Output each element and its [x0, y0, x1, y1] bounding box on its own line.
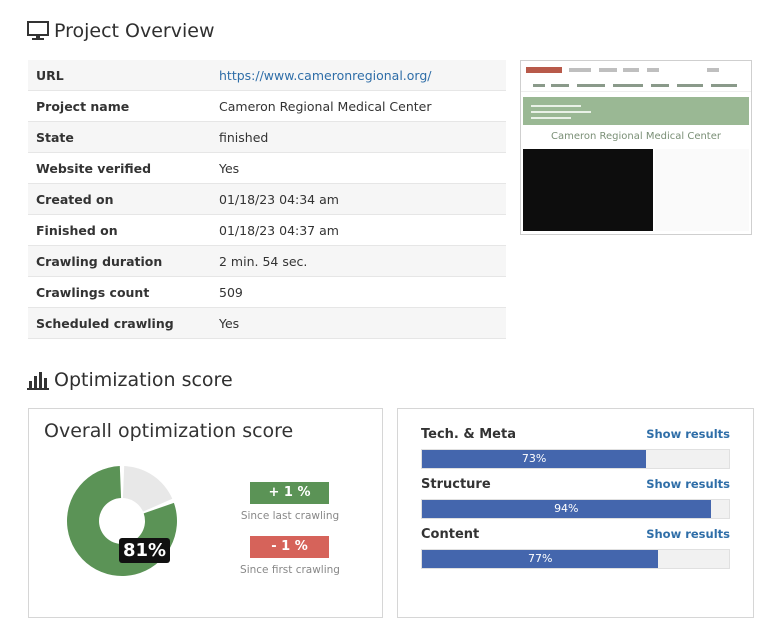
donut-remaining-segment: [122, 466, 173, 512]
row-label: Crawlings count: [28, 276, 211, 308]
thumbnail-content-pane: [655, 149, 749, 231]
show-results-link-content[interactable]: Show results: [646, 527, 730, 541]
thumbnail-nav-item: [577, 84, 605, 87]
since-first-crawling-badge: - 1 %: [250, 536, 329, 558]
project-overview-heading: Project Overview: [27, 20, 215, 42]
table-row: Created on 01/18/23 04:34 am: [28, 183, 506, 215]
bar-chart-icon: [27, 370, 49, 390]
score-bar-structure: 94%: [421, 499, 730, 519]
row-value: finished: [211, 121, 506, 153]
show-results-link-tech-meta[interactable]: Show results: [646, 427, 730, 441]
project-info-table: URL https://www.cameronregional.org/ Pro…: [28, 60, 506, 339]
project-url-link[interactable]: https://www.cameronregional.org/: [219, 68, 432, 83]
since-last-crawling-caption: Since last crawling: [240, 510, 340, 522]
show-results-link-structure[interactable]: Show results: [646, 477, 730, 491]
row-label: Finished on: [28, 214, 211, 246]
row-value: 01/18/23 04:37 am: [211, 214, 506, 246]
row-value: 509: [211, 276, 506, 308]
thumbnail-header-item: [599, 68, 617, 72]
thumbnail-header-item: [707, 68, 719, 72]
row-label: Crawling duration: [28, 245, 211, 277]
row-label: Website verified: [28, 152, 211, 184]
optimization-score-heading: Optimization score: [27, 369, 233, 391]
row-label: Created on: [28, 183, 211, 215]
table-row: State finished: [28, 121, 506, 153]
thumbnail-site-title: Cameron Regional Medical Center: [551, 131, 721, 142]
overall-score-title: Overall optimization score: [44, 420, 294, 442]
project-overview-title: Project Overview: [54, 20, 215, 42]
score-bar-fill: 77%: [422, 550, 659, 568]
row-value: Yes: [211, 307, 506, 339]
table-row: Finished on 01/18/23 04:37 am: [28, 214, 506, 246]
since-first-crawling-caption: Since first crawling: [240, 564, 340, 576]
category-label-structure: Structure: [421, 477, 491, 492]
since-last-crawling-badge: + 1 %: [250, 482, 329, 504]
thumbnail-nav-item: [533, 84, 545, 87]
thumbnail-header-item: [647, 68, 659, 72]
table-row: URL https://www.cameronregional.org/: [28, 60, 506, 91]
row-value: Cameron Regional Medical Center: [211, 90, 506, 122]
category-scores-panel: Tech. & Meta Show results 73% Structure …: [397, 408, 754, 618]
overall-score-panel: Overall optimization score 81% + 1 % Sin…: [28, 408, 383, 618]
optimization-score-title: Optimization score: [54, 369, 233, 391]
thumbnail-header-item: [569, 68, 591, 72]
row-label: Project name: [28, 90, 211, 122]
row-label: URL: [28, 60, 211, 91]
thumbnail-video: [523, 149, 653, 231]
thumbnail-header-item: [623, 68, 639, 72]
thumbnail-logo: [526, 67, 562, 73]
table-row: Website verified Yes: [28, 152, 506, 184]
monitor-icon: [27, 21, 49, 41]
thumbnail-banner-text: [531, 105, 581, 107]
category-label-content: Content: [421, 527, 480, 542]
row-value: Yes: [211, 152, 506, 184]
overall-score-value: 81%: [119, 538, 171, 563]
thumbnail-nav-item: [613, 84, 643, 87]
row-label: Scheduled crawling: [28, 307, 211, 339]
thumbnail-nav-item: [551, 84, 569, 87]
thumbnail-banner-text: [531, 117, 571, 119]
score-bar-fill: 73%: [422, 450, 647, 468]
thumbnail-nav-item: [651, 84, 669, 87]
thumbnail-nav-item: [711, 84, 737, 87]
score-bar-content: 77%: [421, 549, 730, 569]
table-row: Crawling duration 2 min. 54 sec.: [28, 245, 506, 277]
table-row: Crawlings count 509: [28, 276, 506, 308]
thumbnail-nav-item: [677, 84, 703, 87]
thumbnail-banner-text: [531, 111, 591, 113]
category-label-tech-meta: Tech. & Meta: [421, 427, 516, 442]
website-screenshot-thumbnail[interactable]: Cameron Regional Medical Center: [520, 60, 752, 235]
row-label: State: [28, 121, 211, 153]
score-bar-fill: 94%: [422, 500, 711, 518]
row-value: 01/18/23 04:34 am: [211, 183, 506, 215]
table-row: Project name Cameron Regional Medical Ce…: [28, 90, 506, 122]
table-row: Scheduled crawling Yes: [28, 307, 506, 339]
score-bar-tech-meta: 73%: [421, 449, 730, 469]
row-value: 2 min. 54 sec.: [211, 245, 506, 277]
